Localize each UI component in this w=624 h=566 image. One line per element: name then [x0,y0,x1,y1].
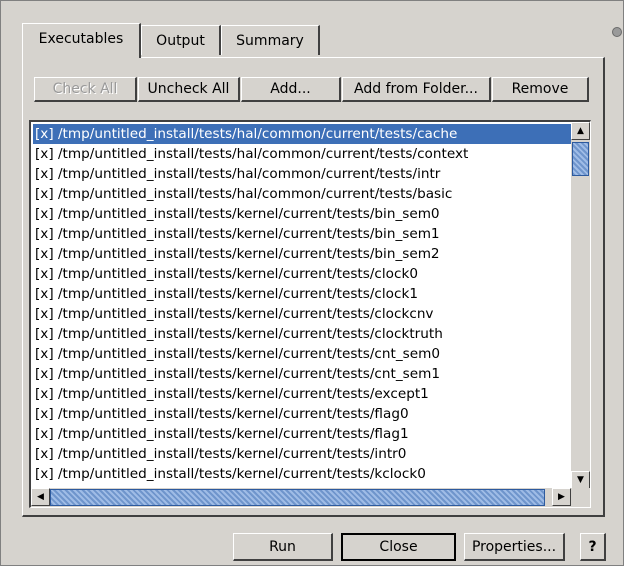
vertical-scrollbar[interactable]: ▲ ▼ [571,122,590,489]
remove-button[interactable]: Remove [492,77,589,102]
list-item[interactable]: [x] /tmp/untitled_install/tests/kernel/c… [33,464,571,484]
list-item[interactable]: [x] /tmp/untitled_install/tests/kernel/c… [33,344,571,364]
scroll-left-icon[interactable]: ◀ [31,488,50,506]
horizontal-scrollbar[interactable]: ◀ ▶ [31,488,571,507]
executables-rows: [x] /tmp/untitled_install/tests/hal/comm… [33,124,571,504]
list-item[interactable]: [x] /tmp/untitled_install/tests/hal/comm… [33,144,571,164]
list-item[interactable]: [x] /tmp/untitled_install/tests/kernel/c… [33,384,571,404]
scroll-up-icon[interactable]: ▲ [571,122,590,140]
add-button[interactable]: Add... [241,77,341,102]
list-item[interactable]: [x] /tmp/untitled_install/tests/kernel/c… [33,424,571,444]
list-item[interactable]: [x] /tmp/untitled_install/tests/kernel/c… [33,204,571,224]
horizontal-scroll-thumb[interactable] [50,489,545,506]
list-item[interactable]: [x] /tmp/untitled_install/tests/kernel/c… [33,304,571,324]
list-item[interactable]: [x] /tmp/untitled_install/tests/kernel/c… [33,324,571,344]
window-close-icon[interactable] [612,27,622,37]
list-item[interactable]: [x] /tmp/untitled_install/tests/kernel/c… [33,244,571,264]
list-item[interactable]: [x] /tmp/untitled_install/tests/hal/comm… [33,184,571,204]
list-item[interactable]: [x] /tmp/untitled_install/tests/kernel/c… [33,224,571,244]
list-item[interactable]: [x] /tmp/untitled_install/tests/kernel/c… [33,264,571,284]
scrollbar-corner [571,488,590,507]
run-button[interactable]: Run [233,533,333,561]
scroll-down-icon[interactable]: ▼ [571,471,590,489]
list-item[interactable]: [x] /tmp/untitled_install/tests/kernel/c… [33,364,571,384]
help-button[interactable]: ? [580,533,606,561]
properties-button[interactable]: Properties... [464,533,565,561]
list-item[interactable]: [x] /tmp/untitled_install/tests/kernel/c… [33,444,571,464]
list-item[interactable]: [x] /tmp/untitled_install/tests/hal/comm… [33,124,571,144]
list-item[interactable]: [x] /tmp/untitled_install/tests/kernel/c… [33,404,571,424]
test-dialog: Executables Output Summary Check All Unc… [0,0,624,566]
executables-list[interactable]: [x] /tmp/untitled_install/tests/hal/comm… [29,120,591,508]
tab-executables[interactable]: Executables [22,23,141,58]
vertical-scroll-thumb[interactable] [572,142,589,176]
list-item[interactable]: [x] /tmp/untitled_install/tests/kernel/c… [33,284,571,304]
tab-output[interactable]: Output [141,25,221,55]
tab-summary[interactable]: Summary [221,25,320,55]
add-from-folder-button[interactable]: Add from Folder... [342,77,491,102]
list-item[interactable]: [x] /tmp/untitled_install/tests/hal/comm… [33,164,571,184]
uncheck-all-button[interactable]: Uncheck All [138,77,240,102]
check-all-button[interactable]: Check All [34,77,137,102]
scroll-right-icon[interactable]: ▶ [552,488,571,506]
close-button[interactable]: Close [341,533,456,561]
